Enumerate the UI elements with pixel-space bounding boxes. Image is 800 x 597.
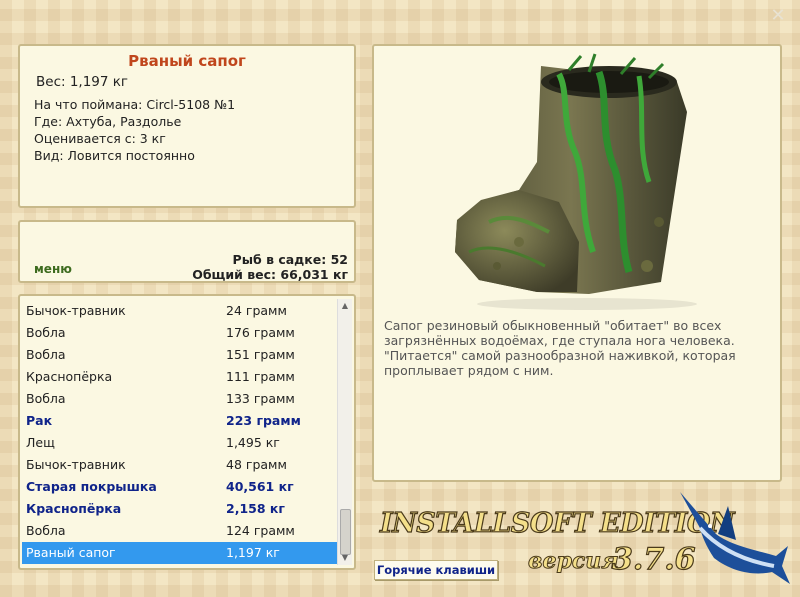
list-scrollbar[interactable]: ▲ ▼ — [337, 299, 352, 565]
item-name: Вобла — [26, 347, 66, 362]
close-icon[interactable]: ✕ — [766, 4, 790, 28]
item-name: Бычок-травник — [26, 457, 126, 472]
list-item[interactable]: Рак 223 грамм — [22, 410, 340, 432]
catch-list[interactable]: Бычок-травник 24 грамм Вобла 176 грамм Воб… — [22, 300, 340, 564]
list-item[interactable]: Рваный сапог 1,197 кг — [22, 542, 340, 564]
item-weight: 48 грамм — [226, 457, 287, 472]
item-weight: 40,561 кг — [226, 479, 294, 494]
list-item[interactable]: Вобла 176 грамм — [22, 322, 340, 344]
item-name: Краснопёрка — [26, 501, 122, 516]
fish-weight: Вес: 1,197 кг — [36, 74, 129, 90]
item-weight: 151 грамм — [226, 347, 295, 362]
menu-button[interactable]: меню — [34, 262, 72, 276]
list-item[interactable]: Вобла 151 грамм — [22, 344, 340, 366]
list-item[interactable]: Бычок-травник 48 грамм — [22, 454, 340, 476]
list-item[interactable]: Вобла 133 грамм — [22, 388, 340, 410]
item-name: Лещ — [26, 435, 55, 450]
version-label: версия — [528, 548, 620, 575]
item-weight: 223 грамм — [226, 413, 301, 428]
marlin-icon — [680, 492, 790, 584]
caught-on-text: На что поймана: Circl-5108 №1 — [34, 97, 236, 112]
item-name: Краснопёрка — [26, 369, 113, 384]
total-weight: Общий вес: 66,031 кг — [192, 267, 348, 282]
keep-net-count: Рыб в садке: 52 — [232, 252, 348, 267]
item-name: Вобла — [26, 391, 66, 406]
list-item[interactable]: Вобла 124 грамм — [22, 520, 340, 542]
item-name: Старая покрышка — [26, 479, 157, 494]
list-item[interactable]: Бычок-травник 24 грамм — [22, 300, 340, 322]
list-item[interactable]: Лещ 1,495 кг — [22, 432, 340, 454]
menu-panel: меню Рыб в садке: 52 Общий вес: 66,031 к… — [18, 220, 356, 283]
location-text: Где: Ахтуба, Раздолье — [34, 114, 182, 129]
item-weight: 1,197 кг — [226, 545, 280, 560]
item-weight: 176 грамм — [226, 325, 295, 340]
list-item[interactable]: Краснопёрка 2,158 кг — [22, 498, 340, 520]
fish-info-panel: Рваный сапог Вес: 1,197 кг На что пойман… — [18, 44, 356, 208]
list-item[interactable]: Старая покрышка 40,561 кг — [22, 476, 340, 498]
item-name: Вобла — [26, 523, 66, 538]
item-name: Рваный сапог — [26, 545, 116, 560]
list-item[interactable]: Краснопёрка 111 грамм — [22, 366, 340, 388]
scroll-up-arrow-icon[interactable]: ▲ — [338, 299, 352, 313]
item-weight: 124 грамм — [226, 523, 295, 538]
item-weight: 1,495 кг — [226, 435, 280, 450]
valued-from-text: Оценивается с: 3 кг — [34, 131, 166, 146]
item-weight: 133 грамм — [226, 391, 295, 406]
hotkeys-button[interactable]: Горячие клавиши — [374, 560, 498, 580]
item-name: Рак — [26, 413, 53, 428]
item-description: Сапог резиновый обыкновенный "обитает" в… — [384, 318, 736, 378]
item-weight: 24 грамм — [226, 303, 287, 318]
scrollbar-thumb[interactable] — [340, 509, 351, 555]
item-name: Вобла — [26, 325, 66, 340]
item-image-panel: Сапог резиновый обыкновенный "обитает" в… — [372, 44, 782, 482]
kind-text: Вид: Ловится постоянно — [34, 148, 195, 163]
item-weight: 111 грамм — [226, 369, 295, 384]
catch-list-panel: Бычок-травник 24 грамм Вобла 176 грамм Воб… — [18, 294, 356, 570]
scroll-down-arrow-icon[interactable]: ▼ — [338, 551, 352, 565]
boot-image — [455, 53, 697, 310]
item-weight: 2,158 кг — [226, 501, 285, 516]
item-name: Бычок-травник — [26, 303, 126, 318]
fish-title: Рваный сапог — [128, 52, 246, 70]
